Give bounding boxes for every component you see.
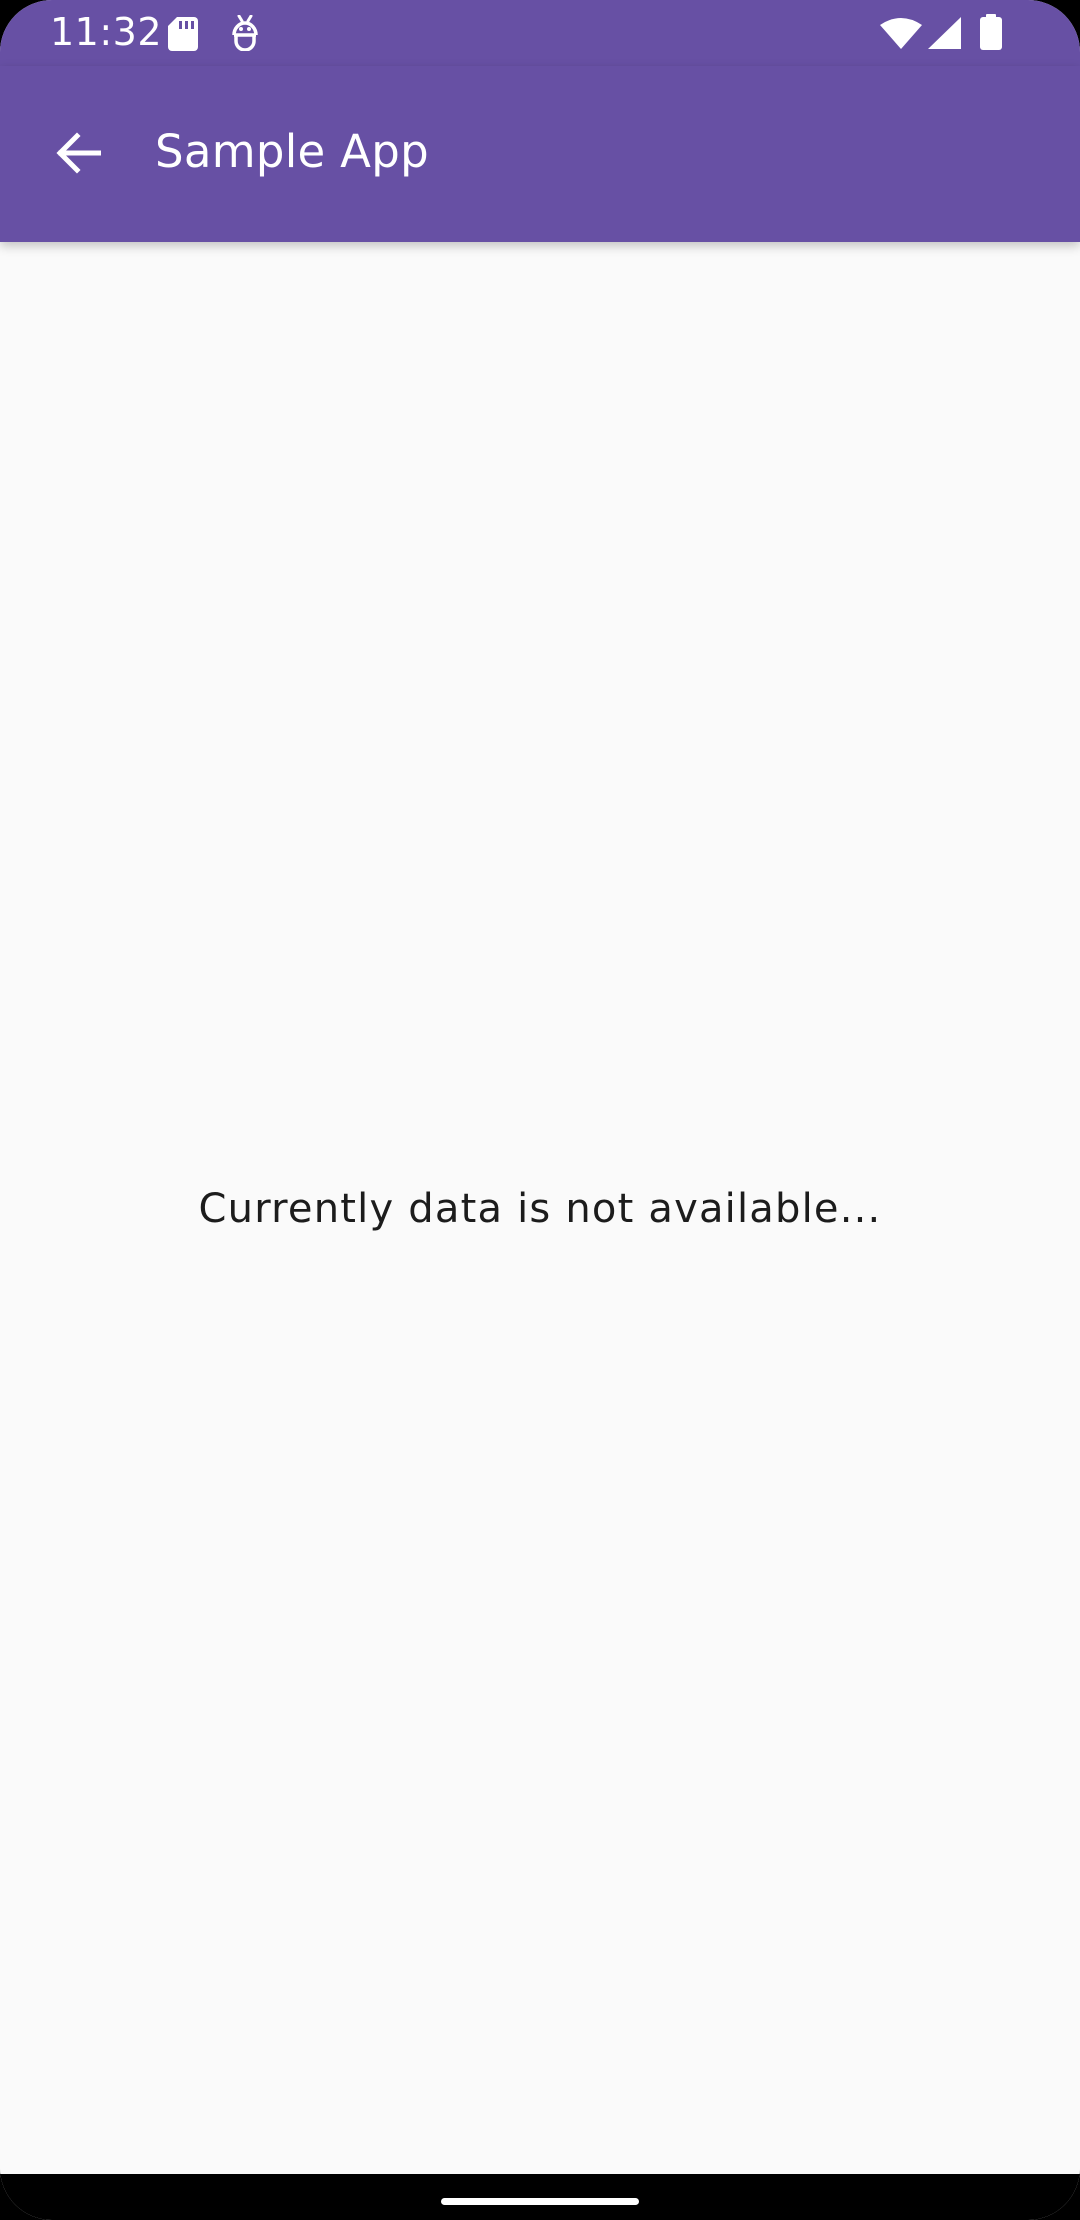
status-time: 11:32 xyxy=(50,10,163,54)
status-bar: 11:32 xyxy=(0,0,1080,66)
app-bar: Sample App xyxy=(0,66,1080,242)
app-title: Sample App xyxy=(155,125,429,178)
wifi-icon xyxy=(880,18,922,49)
back-button[interactable] xyxy=(36,111,120,195)
content-area: Currently data is not available... xyxy=(0,242,1080,2174)
empty-state-message: Currently data is not available... xyxy=(198,1186,882,1232)
battery-icon xyxy=(980,14,1002,50)
arrow-back-icon xyxy=(56,132,101,174)
navigation-bar xyxy=(0,2174,1080,2220)
robot-face-icon xyxy=(232,15,258,51)
cellular-signal-icon xyxy=(928,17,961,49)
app-screen: 11:32 Sample App Currently data is not a… xyxy=(0,0,1080,2220)
gesture-handle[interactable] xyxy=(441,2198,639,2205)
sd-card-icon xyxy=(168,17,198,51)
